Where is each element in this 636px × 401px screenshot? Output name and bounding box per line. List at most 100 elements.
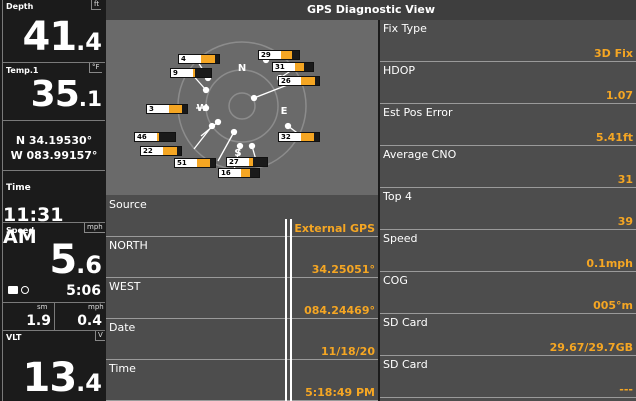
right_cells-value: ---: [619, 383, 633, 396]
right_cells-value: 3D Fix: [594, 47, 633, 60]
right_cells-cell[interactable]: Est Pos Error 5.41ft: [380, 104, 636, 146]
depth-panel[interactable]: Depth ft 41.4: [2, 0, 105, 62]
satellite-sky-view: N E S W 4 9 29 31 26 3 46 22 51 32 27 16: [106, 20, 378, 195]
right_cells-value: 0.1mph: [586, 257, 633, 270]
right_cells-label: Fix Type: [383, 22, 427, 35]
right_cells-label: Speed: [383, 232, 418, 245]
left_cells-label: Time: [109, 362, 136, 375]
right_cells-cell[interactable]: Top 4 39: [380, 188, 636, 230]
left_cells-label: WEST: [109, 280, 141, 293]
right_cells-cell[interactable]: Fix Type 3D Fix: [380, 20, 636, 62]
temp-value: 35.1: [30, 74, 102, 115]
satellite-id: 9: [171, 69, 193, 77]
left_cells-value: External GPS: [294, 222, 375, 235]
right_cells-label: COG: [383, 274, 408, 287]
left_cells-cell[interactable]: WEST 084.24469°: [106, 278, 378, 319]
position-panel[interactable]: N 34.19530° W 083.99157°: [2, 120, 105, 170]
compass-east: E: [281, 106, 288, 117]
trip-distance-panel[interactable]: sm 1.9: [2, 302, 54, 330]
trip-avg-panel[interactable]: mph 0.4: [54, 302, 105, 330]
left_cells-value: 34.25051°: [311, 263, 375, 276]
satellite-signal-fill: [201, 55, 215, 63]
left_cells-value: 084.24469°: [304, 304, 375, 317]
right_cells-value: 29.67/29.7GB: [549, 341, 633, 354]
sky-ring-middle: [205, 69, 279, 143]
left_cells-cell[interactable]: Time 5:18:49 PM: [106, 360, 378, 401]
temp-panel[interactable]: Temp.1 °F 35.1: [2, 62, 105, 120]
satellite-id: 4: [179, 55, 201, 63]
left_cells-cell[interactable]: NORTH 34.25051°: [106, 237, 378, 278]
right_cells-value: 1.07: [605, 89, 633, 102]
satellite-signal-fill: [295, 63, 304, 71]
vlt-panel[interactable]: VLT V 13.4: [2, 330, 105, 401]
trip-time-panel[interactable]: 5:06: [2, 282, 105, 302]
compass-north: N: [238, 63, 246, 74]
sidebar: Depth ft 41.4 Temp.1 °F 35.1 N 34.19530°…: [0, 0, 106, 401]
right_cells-value: 005°m: [593, 299, 633, 312]
depth-value: 41.4: [22, 14, 103, 60]
satellite-bar: 29: [258, 50, 300, 60]
satellite-id: 31: [273, 63, 295, 71]
satellite-id: 16: [219, 169, 241, 177]
left_cells-value: 11/18/20: [321, 345, 375, 358]
right_cells-label: SD Card: [383, 316, 428, 329]
satellite-bar: 26: [278, 76, 320, 86]
right_cells-value: 5.41ft: [595, 131, 633, 144]
trip-avg-unit: mph: [88, 303, 104, 311]
satellite-id: 32: [279, 133, 301, 141]
speed-panel[interactable]: Speed mph 5.6: [2, 222, 105, 283]
left_cells-cell[interactable]: Source External GPS: [106, 196, 378, 237]
right_cells-cell[interactable]: HDOP 1.07: [380, 62, 636, 104]
page-title: GPS Diagnostic View: [106, 0, 636, 20]
satellite-signal-fill: [193, 69, 195, 77]
time-panel[interactable]: Time 11:31 AM: [2, 170, 105, 248]
right_cells-cell[interactable]: Speed 0.1mph: [380, 230, 636, 272]
right_cells-cell[interactable]: SD Card 29.67/29.7GB: [380, 314, 636, 356]
right_cells-label: SD Card: [383, 358, 428, 371]
trip-time-value: 5:06: [66, 283, 101, 299]
satellite-id: 22: [141, 147, 163, 155]
panel-separator: [285, 219, 292, 401]
satellite-signal-fill: [163, 147, 177, 155]
vlt-label: VLT: [6, 333, 22, 342]
right_cells-label: HDOP: [383, 64, 416, 77]
left_cells-label: NORTH: [109, 239, 148, 252]
satellite-bar: 46: [134, 132, 176, 142]
speed-unit: mph: [84, 223, 105, 233]
depth-unit: ft: [91, 0, 102, 10]
satellite-signal-fill: [301, 133, 314, 141]
satellite-bar: 51: [174, 158, 216, 168]
right_cells-label: Average CNO: [383, 148, 457, 161]
satellite-id: 27: [227, 158, 249, 166]
trip-icon: [8, 286, 18, 294]
satellite-id: 26: [279, 77, 301, 85]
temp-unit: °F: [89, 63, 102, 73]
right_cells-cell[interactable]: Average CNO 31: [380, 146, 636, 188]
satellite-id: 29: [259, 51, 281, 59]
satellite-signal-fill: [301, 77, 315, 85]
right_cells-label: Top 4: [383, 190, 413, 203]
satellite-bar: 32: [278, 132, 320, 142]
trip-distance-value: 1.9: [26, 313, 51, 329]
vlt-value: 13.4: [22, 355, 103, 401]
right_cells-value: 39: [617, 215, 633, 228]
position-lat: N 34.19530°: [15, 134, 93, 147]
right_cells-cell[interactable]: SD Card ---: [380, 356, 636, 398]
left_cells-cell[interactable]: Date 11/18/20: [106, 319, 378, 360]
position-lon: W 083.99157°: [10, 149, 98, 162]
satellite-bar: 4: [178, 54, 220, 64]
speed-value: 5.6: [49, 237, 102, 283]
satellite-signal-fill: [281, 51, 292, 59]
satellite-id: 46: [135, 133, 157, 141]
depth-label: Depth: [6, 2, 34, 11]
compass-west: W: [196, 103, 207, 114]
right_cells-cell[interactable]: COG 005°m: [380, 272, 636, 314]
left_cells-label: Source: [109, 198, 147, 211]
satellite-id: 51: [175, 159, 197, 167]
satellite-bar: 9: [170, 68, 212, 78]
time-label: Time: [6, 183, 31, 193]
right_cells-label: Est Pos Error: [383, 106, 453, 119]
speed-label: Speed: [6, 226, 35, 235]
right_cells-value: 31: [617, 173, 633, 186]
clock-icon: [21, 286, 29, 294]
